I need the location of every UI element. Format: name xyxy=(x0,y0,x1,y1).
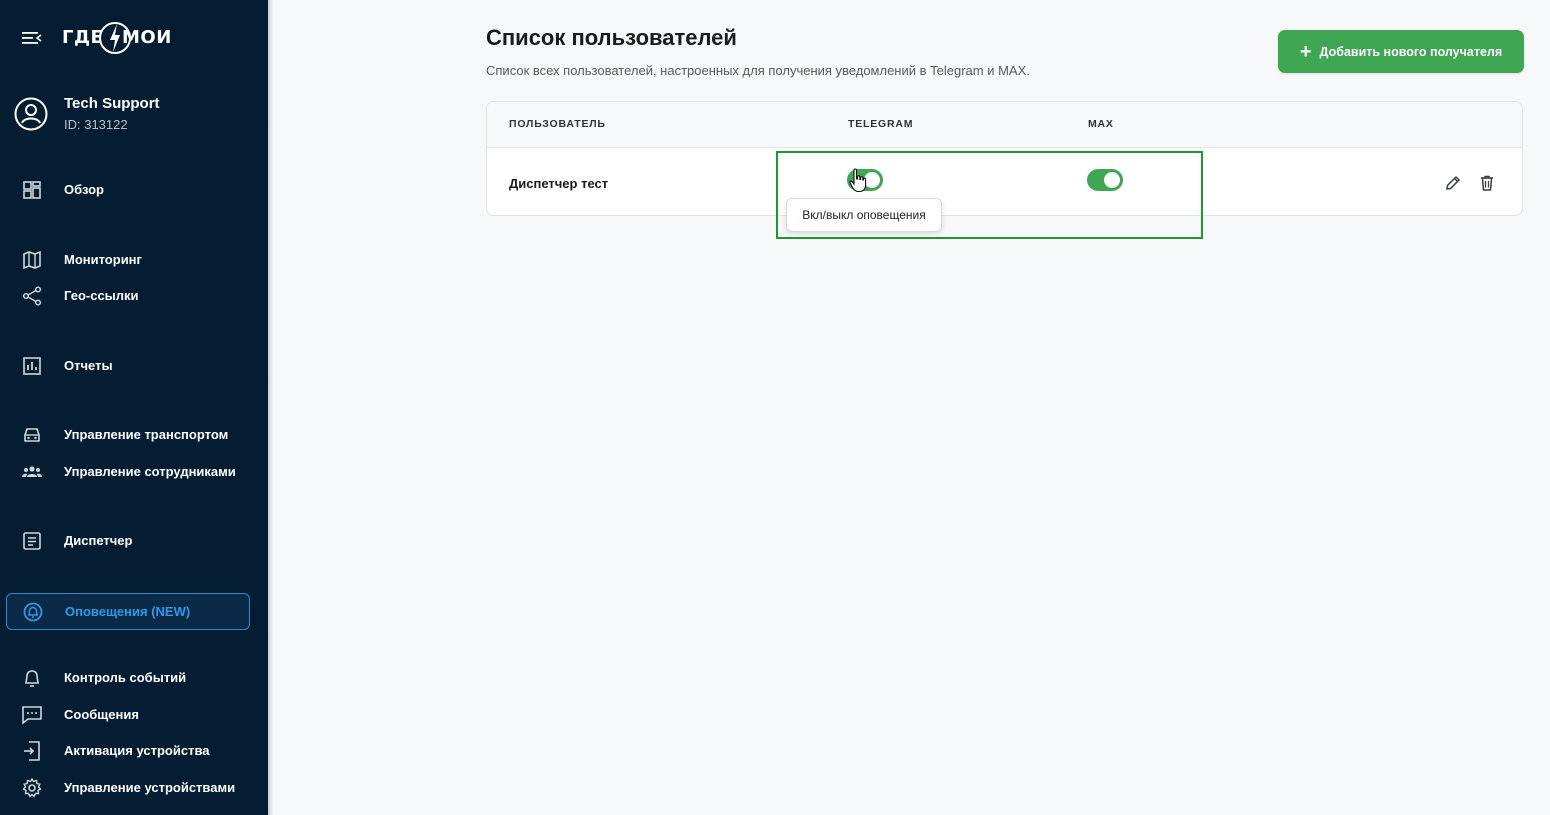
share-icon xyxy=(22,286,42,306)
sidebar-item-label: Обзор xyxy=(64,182,104,197)
sidebar-item-label: Отчеты xyxy=(64,358,113,373)
user-name-cell: Диспетчер тест xyxy=(509,176,609,191)
sidebar-item-monitoring[interactable]: Мониторинг xyxy=(0,242,268,278)
sidebar-item-messages[interactable]: Сообщения xyxy=(0,697,268,733)
sidebar-item-label: Активация устройства xyxy=(64,743,210,758)
sidebar-item-transport[interactable]: Управление транспортом xyxy=(0,417,268,453)
sidebar-item-label: Гео-ссылки xyxy=(64,288,139,303)
sidebar-item-geo-links[interactable]: Гео-ссылки xyxy=(0,278,268,314)
delete-trash-icon[interactable] xyxy=(1478,174,1496,192)
column-header-telegram: TELEGRAM xyxy=(848,118,914,130)
sidebar-item-event-control[interactable]: Контроль событий xyxy=(0,660,268,696)
page-subtitle: Список всех пользователей, настроенных д… xyxy=(486,63,1030,78)
report-icon xyxy=(23,357,41,375)
sidebar-item-label: Диспетчер xyxy=(64,533,133,548)
menu-collapse-icon[interactable] xyxy=(22,30,42,46)
sidebar-item-reports[interactable]: Отчеты xyxy=(0,348,268,384)
plus-icon: + xyxy=(1299,40,1312,63)
sidebar-item-device-activation[interactable]: Активация устройства xyxy=(0,733,268,769)
sidebar-item-dispatcher[interactable]: Диспетчер xyxy=(0,523,268,559)
user-circle-icon[interactable] xyxy=(14,97,48,131)
login-icon xyxy=(24,741,40,761)
toggle-tooltip: Вкл/выкл оповещения xyxy=(786,198,942,232)
column-header-user: ПОЛЬЗОВАТЕЛЬ xyxy=(509,118,606,130)
document-icon xyxy=(23,532,41,550)
group-icon xyxy=(22,466,42,477)
sidebar-item-label: Контроль событий xyxy=(64,670,187,685)
bell-icon xyxy=(25,670,39,687)
sidebar-item-label: Оповещения (NEW) xyxy=(65,604,191,619)
edit-pencil-icon[interactable] xyxy=(1444,174,1462,192)
sidebar-item-label: Управление транспортом xyxy=(64,427,229,442)
logo-text-right: МОИ xyxy=(122,27,172,48)
sidebar-item-device-management[interactable]: Управление устройствами xyxy=(0,770,268,806)
hand-cursor-icon xyxy=(849,168,867,193)
sidebar: ГДЕ МОИ Tech Support ID: 313122 Обзор Мо… xyxy=(0,0,268,815)
car-icon xyxy=(24,428,40,442)
column-header-max: MAX xyxy=(1088,118,1114,130)
sidebar-item-label: Мониторинг xyxy=(64,252,142,267)
gear-icon xyxy=(22,778,42,798)
add-recipient-button[interactable]: + Добавить нового получателя xyxy=(1278,30,1524,73)
user-name: Tech Support xyxy=(64,95,160,112)
sidebar-item-employees[interactable]: Управление сотрудниками xyxy=(0,454,268,490)
map-icon xyxy=(23,250,41,270)
sidebar-item-label: Сообщения xyxy=(64,707,139,722)
logo[interactable]: ГДЕ МОИ xyxy=(60,18,171,58)
sidebar-shadow xyxy=(268,0,273,815)
sidebar-item-label: Управление сотрудниками xyxy=(64,464,236,479)
add-recipient-label: Добавить нового получателя xyxy=(1319,44,1503,59)
alert-icon xyxy=(23,602,43,622)
user-id: ID: 313122 xyxy=(64,117,128,132)
sidebar-item-alerts[interactable]: Оповещения (NEW) xyxy=(6,593,250,630)
dashboard-icon xyxy=(23,181,41,199)
message-icon xyxy=(22,706,42,725)
sidebar-item-label: Управление устройствами xyxy=(64,780,236,795)
sidebar-item-overview[interactable]: Обзор xyxy=(0,172,268,208)
table-header: ПОЛЬЗОВАТЕЛЬ TELEGRAM MAX xyxy=(487,102,1522,148)
page-title: Список пользователей xyxy=(486,25,737,50)
